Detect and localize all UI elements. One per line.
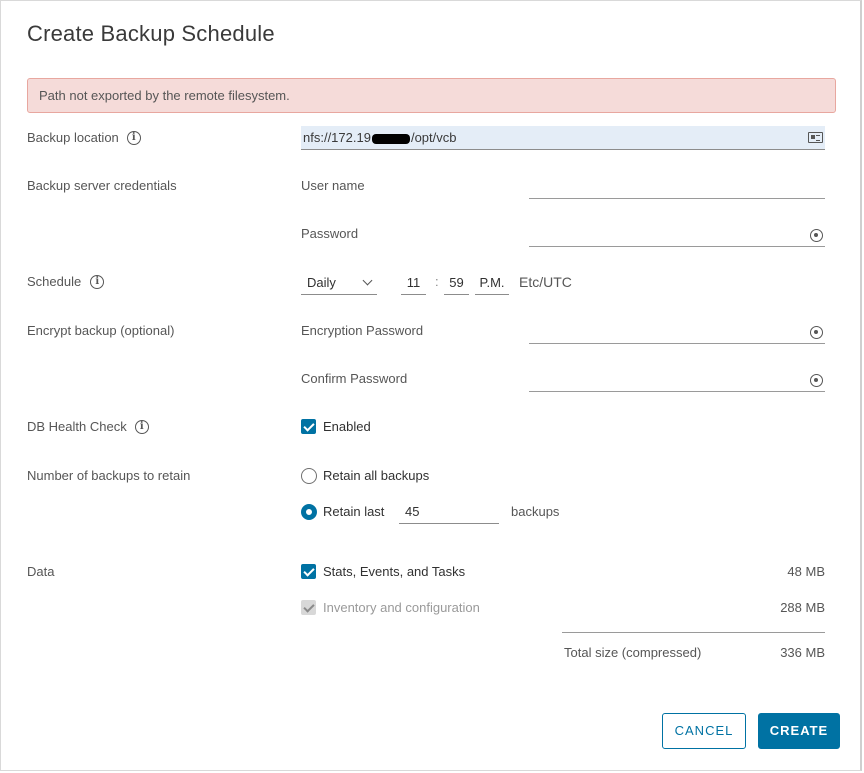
- info-icon[interactable]: i: [126, 131, 141, 145]
- encrypt-label: Encrypt backup (optional): [27, 323, 175, 338]
- encryption-password-input[interactable]: [529, 320, 825, 344]
- username-input[interactable]: [529, 175, 825, 199]
- retain-label: Number of backups to retain: [27, 468, 191, 483]
- create-button[interactable]: CREATE: [758, 713, 840, 749]
- id-card-icon[interactable]: [808, 132, 823, 143]
- backup-location-value-prefix: nfs://172.19: [303, 130, 371, 145]
- credentials-label: Backup server credentials: [27, 178, 177, 193]
- confirm-password-label: Confirm Password: [301, 371, 408, 386]
- redaction-mask: [371, 133, 410, 144]
- backup-location-label-row: Backup location i: [27, 130, 141, 146]
- schedule-minute-input[interactable]: 59: [444, 271, 469, 295]
- stats-events-tasks-size: 48 MB: [787, 564, 825, 579]
- alert-text: Path not exported by the remote filesyst…: [39, 88, 290, 103]
- retain-suffix: backups: [511, 504, 560, 519]
- time-separator: :: [435, 274, 439, 289]
- confirm-password-input[interactable]: [529, 368, 825, 392]
- stats-events-tasks-label: Stats, Events, and Tasks: [323, 564, 466, 579]
- create-backup-schedule-dialog: Create Backup Schedule Path not exported…: [0, 0, 862, 771]
- inventory-config-size: 288 MB: [780, 600, 825, 615]
- retain-all-label: Retain all backups: [323, 468, 430, 483]
- eye-icon[interactable]: [810, 229, 823, 242]
- retain-count-input[interactable]: 45: [399, 500, 499, 524]
- eye-icon[interactable]: [810, 326, 823, 339]
- health-check-label: DB Health Check: [27, 419, 127, 434]
- health-check-checkbox-label: Enabled: [323, 419, 371, 434]
- schedule-hour-input[interactable]: 11: [401, 271, 426, 295]
- encryption-password-label: Encryption Password: [301, 323, 424, 338]
- total-divider: [562, 632, 825, 633]
- total-size-label: Total size (compressed): [564, 645, 702, 660]
- schedule-ampm-select[interactable]: P.M.: [475, 271, 509, 295]
- retain-last-radio[interactable]: [301, 504, 317, 520]
- backup-location-input[interactable]: nfs://172.19/opt/vcb: [301, 126, 825, 150]
- retain-all-radio[interactable]: [301, 468, 317, 484]
- error-alert: Path not exported by the remote filesyst…: [27, 78, 836, 113]
- backup-location-label: Backup location: [27, 130, 119, 145]
- retain-last-label: Retain last: [323, 504, 385, 519]
- password-label: Password: [301, 226, 359, 241]
- schedule-label: Schedule: [27, 274, 82, 289]
- info-icon[interactable]: i: [90, 275, 105, 289]
- schedule-frequency-select[interactable]: Daily: [301, 271, 377, 295]
- schedule-frequency-value: Daily: [307, 275, 336, 290]
- inventory-config-label: Inventory and configuration: [323, 600, 480, 615]
- chevron-down-icon: [362, 275, 373, 286]
- password-input[interactable]: [529, 223, 825, 247]
- cancel-button[interactable]: CANCEL: [662, 713, 746, 749]
- username-label: User name: [301, 178, 365, 193]
- schedule-timezone: Etc/UTC: [519, 274, 572, 290]
- schedule-label-row: Schedule i: [27, 274, 105, 290]
- health-check-label-row: DB Health Check i: [27, 419, 149, 435]
- health-check-checkbox[interactable]: [301, 419, 316, 434]
- total-size-value: 336 MB: [780, 645, 825, 660]
- info-icon[interactable]: i: [134, 420, 149, 434]
- eye-icon[interactable]: [810, 374, 823, 387]
- dialog-title: Create Backup Schedule: [27, 21, 275, 46]
- data-label: Data: [27, 564, 55, 579]
- inventory-config-checkbox: [301, 600, 316, 615]
- backup-location-value-suffix: /opt/vcb: [410, 130, 457, 145]
- stats-events-tasks-checkbox[interactable]: [301, 564, 316, 579]
